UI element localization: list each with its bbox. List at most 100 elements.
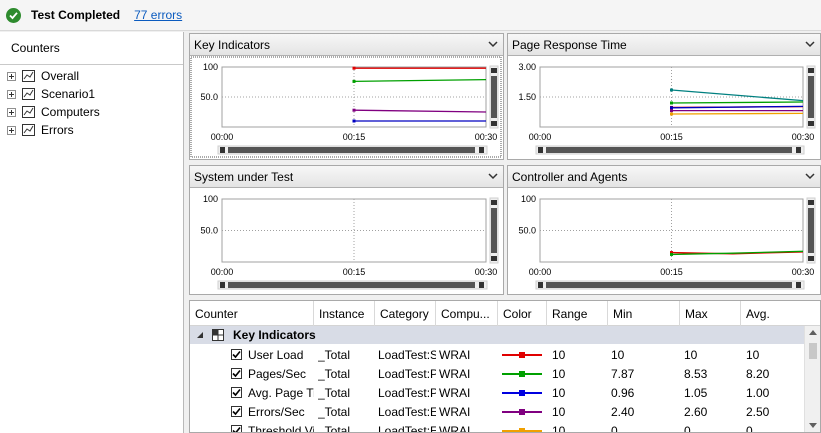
legend-row-checkbox-cell[interactable]	[231, 364, 242, 383]
show-counter-checkbox[interactable]	[231, 425, 242, 432]
legend-cell-min: 2.40	[611, 404, 635, 419]
legend-color-swatch[interactable]	[500, 364, 544, 383]
zoom-thumb[interactable]	[546, 282, 792, 288]
scroll-down-icon[interactable]	[809, 423, 817, 428]
series-marker[interactable]	[670, 252, 673, 256]
legend-group-key-indicators[interactable]: Key Indicators	[190, 326, 806, 344]
zoom-handle[interactable]	[808, 121, 814, 126]
x-tick-label: 00:00	[211, 132, 234, 142]
column-header-computer[interactable]: Compu...	[436, 301, 498, 326]
series-marker[interactable]	[670, 106, 673, 110]
column-header-color[interactable]: Color	[498, 301, 547, 326]
column-header-category[interactable]: Category	[375, 301, 436, 326]
zoom-handle[interactable]	[808, 68, 814, 73]
zoom-thumb[interactable]	[808, 76, 814, 118]
show-counter-checkbox[interactable]	[231, 368, 242, 379]
y-tick-label: 100	[521, 194, 536, 204]
legend-color-swatch[interactable]	[500, 345, 544, 364]
zoom-handle[interactable]	[479, 282, 484, 288]
column-header-min[interactable]: Min	[608, 301, 680, 326]
y-tick-label: 50.0	[200, 226, 218, 236]
show-counter-checkbox[interactable]	[231, 387, 242, 398]
graph-controller-and-agents: Controller and Agents 100 50.0 00:00 00:15 0…	[507, 165, 821, 295]
zoom-thumb[interactable]	[228, 147, 475, 153]
zoom-handle[interactable]	[491, 68, 497, 73]
scrollbar-thumb[interactable]	[809, 343, 817, 359]
series-marker[interactable]	[352, 79, 356, 83]
checkmark-icon	[232, 407, 241, 416]
tree-item-errors[interactable]: Errors	[0, 121, 183, 139]
column-header-avg[interactable]: Avg.	[741, 301, 820, 326]
expand-icon[interactable]	[7, 71, 16, 81]
graph-title-bar[interactable]: System under Test	[190, 166, 503, 188]
chevron-down-icon[interactable]	[805, 39, 815, 49]
tree-item-overall[interactable]: Overall	[0, 67, 183, 85]
zoom-handle[interactable]	[808, 256, 814, 261]
legend-row[interactable]: Errors/Sec _Total LoadTest:E WRAI 10 2.40 2.60…	[190, 402, 806, 421]
series-line[interactable]	[671, 112, 804, 115]
zoom-handle[interactable]	[796, 282, 801, 288]
column-header-counter[interactable]: Counter	[190, 301, 314, 326]
series-marker[interactable]	[670, 112, 673, 116]
graph-title-bar[interactable]: Controller and Agents	[508, 166, 820, 188]
series-marker[interactable]	[670, 88, 673, 92]
tree-item-scenario1[interactable]: Scenario1	[0, 85, 183, 103]
legend-color-swatch[interactable]	[500, 421, 544, 432]
collapse-triangle-icon[interactable]	[196, 331, 204, 339]
y-tick-label: 50.0	[518, 226, 536, 236]
series-marker[interactable]	[352, 66, 356, 70]
zoom-thumb[interactable]	[491, 208, 497, 253]
legend-row-checkbox-cell[interactable]	[231, 383, 242, 402]
legend-row[interactable]: Avg. Page Ti _Total LoadTest:P WRAI 10 0.96 1.…	[190, 383, 806, 402]
expand-icon[interactable]	[7, 89, 16, 99]
zoom-handle[interactable]	[538, 147, 543, 153]
series-marker[interactable]	[670, 109, 673, 113]
zoom-handle[interactable]	[491, 256, 497, 261]
graph-title-bar[interactable]: Key Indicators	[190, 34, 503, 56]
legend-row[interactable]: Pages/Sec _Total LoadTest:P WRAI 10 7.87 8.53 8…	[190, 364, 806, 383]
tree-item-computers[interactable]: Computers	[0, 103, 183, 121]
chevron-down-icon[interactable]	[488, 39, 498, 49]
zoom-thumb[interactable]	[546, 147, 792, 153]
legend-header: Counter Instance Category Compu... Color…	[190, 301, 820, 326]
zoom-handle[interactable]	[479, 147, 484, 153]
legend-cell-computer: WRAI	[439, 404, 471, 419]
errors-link[interactable]: 77 errors	[134, 8, 182, 22]
legend-color-swatch[interactable]	[500, 402, 544, 421]
zoom-handle[interactable]	[538, 282, 543, 288]
expand-icon[interactable]	[7, 107, 16, 117]
legend-vertical-scrollbar[interactable]	[804, 326, 820, 432]
column-header-range[interactable]: Range	[547, 301, 608, 326]
legend-row-checkbox-cell[interactable]	[231, 402, 242, 421]
series-marker[interactable]	[352, 108, 356, 112]
zoom-thumb[interactable]	[491, 76, 497, 118]
chart-icon	[22, 106, 35, 118]
column-header-instance[interactable]: Instance	[314, 301, 375, 326]
legend-row-checkbox-cell[interactable]	[231, 345, 242, 364]
legend-color-swatch[interactable]	[500, 383, 544, 402]
series-marker[interactable]	[670, 101, 673, 105]
zoom-handle[interactable]	[491, 121, 497, 126]
x-tick-label: 00:00	[211, 267, 234, 277]
show-counter-checkbox[interactable]	[231, 406, 242, 417]
zoom-handle[interactable]	[491, 200, 497, 205]
tree-item-label: Overall	[41, 69, 80, 83]
scroll-up-icon[interactable]	[809, 330, 817, 335]
expand-icon[interactable]	[7, 125, 16, 135]
column-header-max[interactable]: Max	[680, 301, 741, 326]
legend-row[interactable]: Threshold Vi _Total LoadTest:E WRAI 10 0 0 0	[190, 421, 806, 432]
zoom-handle[interactable]	[796, 147, 801, 153]
chevron-down-icon[interactable]	[488, 171, 498, 181]
zoom-thumb[interactable]	[808, 208, 814, 253]
legend-row[interactable]: User Load _Total LoadTest:S WRAI 10 10 10 10	[190, 345, 806, 364]
legend-row-checkbox-cell[interactable]	[231, 421, 242, 432]
series-marker[interactable]	[352, 119, 356, 123]
zoom-thumb[interactable]	[228, 282, 475, 288]
graph-title-bar[interactable]: Page Response Time	[508, 34, 820, 56]
chevron-down-icon[interactable]	[805, 171, 815, 181]
zoom-handle[interactable]	[220, 147, 225, 153]
show-counter-checkbox[interactable]	[231, 349, 242, 360]
zoom-handle[interactable]	[220, 282, 225, 288]
counter-legend-table: Counter Instance Category Compu... Color…	[189, 300, 821, 433]
zoom-handle[interactable]	[808, 200, 814, 205]
